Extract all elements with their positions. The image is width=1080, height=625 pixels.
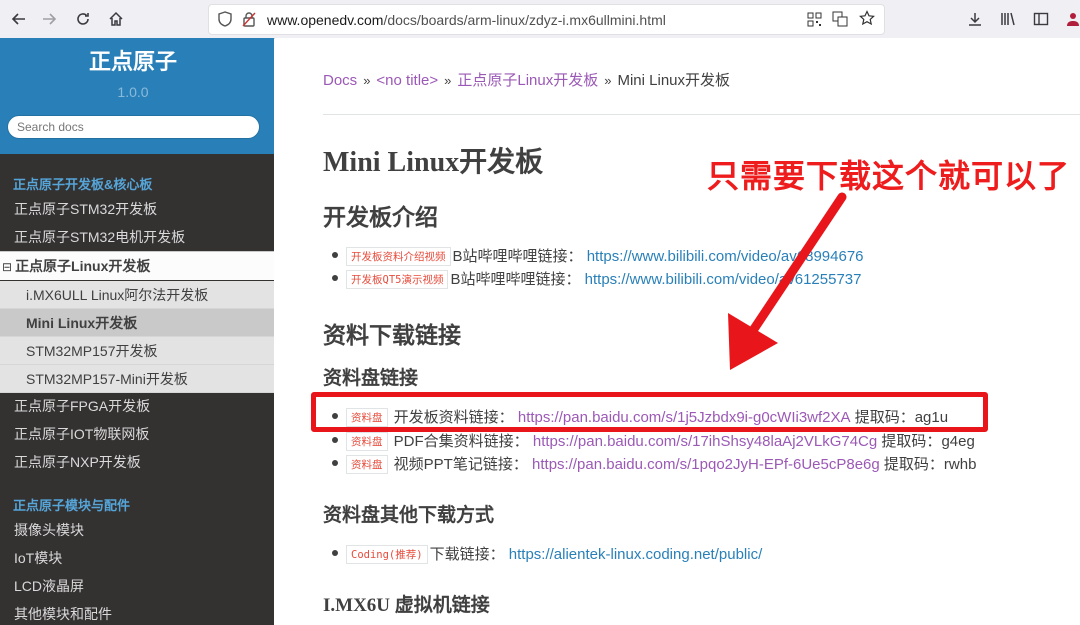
url-text[interactable]: www.openedv.com/docs/boards/arm-linux/zd… (267, 12, 666, 28)
breadcrumb-linux-link[interactable]: 正点原子Linux开发板 (457, 72, 598, 89)
tag-code: 开发板资料介绍视频 (346, 247, 451, 266)
baidu-pan-link[interactable]: https://pan.baidu.com/s/17ihShsy48laAj2V… (533, 433, 877, 450)
breadcrumb-docs-link[interactable]: Docs (323, 72, 357, 89)
extract-code: g4eg (941, 433, 975, 450)
sidebar-item-camera[interactable]: 摄像头模块 (0, 516, 274, 544)
sidebar-item-linux-current[interactable]: ⊟ 正点原子Linux开发板 (0, 251, 274, 280)
library-icon[interactable] (997, 8, 1019, 30)
item-text: 下载链接： (429, 546, 505, 563)
docs-sidebar: 正点原子 1.0.0 Search docs 正点原子开发板&核心板 正点原子S… (0, 38, 274, 625)
item-text: B站哔哩哔哩链接： (450, 271, 581, 288)
section-download-heading: 资料下载链接 (323, 323, 461, 348)
sidebar-item-lcd[interactable]: LCD液晶屏 (0, 572, 274, 600)
red-arrow-icon (728, 192, 847, 370)
tag-code: 资料盘 (346, 455, 388, 474)
sidebar-subitem-mini-linux[interactable]: Mini Linux开发板 (0, 309, 274, 337)
brand-logo-text[interactable]: 正点原子 (0, 44, 266, 76)
sidebar-item-others[interactable]: 其他模块和配件 (0, 600, 274, 625)
extract-code: rwhb (943, 456, 977, 473)
coding-link[interactable]: https://alientek-linux.coding.net/public… (509, 546, 762, 563)
insecure-lock-icon[interactable] (241, 11, 257, 27)
breadcrumb-separator: » (444, 73, 452, 88)
tag-code: Coding(推荐) (346, 545, 428, 564)
forward-icon[interactable] (38, 8, 60, 30)
bullet (332, 550, 338, 556)
caption-modules: 正点原子模块与配件 (13, 498, 131, 513)
back-icon[interactable] (8, 8, 30, 30)
extract-code-label: 提取码： (883, 456, 944, 473)
sidebar-item-iot[interactable]: 正点原子IOT物联网板 (0, 420, 274, 448)
sidebar-item-stm32-motor[interactable]: 正点原子STM32电机开发板 (0, 223, 274, 251)
sidebar-header: 正点原子 1.0.0 Search docs (0, 38, 274, 154)
bullet (332, 275, 338, 281)
tag-code: 资料盘 (346, 432, 388, 451)
item-text: PDF合集资料链接： (393, 433, 529, 450)
breadcrumb-separator: » (363, 73, 371, 88)
sidebar-subitem-imx6ull[interactable]: i.MX6ULL Linux阿尔法开发板 (0, 281, 274, 309)
reload-icon[interactable] (72, 8, 94, 30)
tag-code: 开发板QT5演示视频 (346, 270, 449, 289)
item-text: B站哔哩哔哩链接： (452, 248, 583, 265)
address-bar[interactable]: www.openedv.com/docs/boards/arm-linux/zd… (208, 4, 885, 35)
breadcrumb-current: Mini Linux开发板 (617, 72, 731, 89)
url-host: www.openedv.com (267, 12, 384, 28)
breadcrumb: Docs » <no title> » 正点原子Linux开发板 » Mini Linux开… (323, 69, 730, 90)
annotation-text: 只需要下载这个就可以了 (707, 157, 1071, 195)
search-input[interactable]: Search docs (7, 115, 260, 139)
sidebar-toggle-icon[interactable] (1030, 8, 1052, 30)
download-icon[interactable] (964, 8, 986, 30)
section-vm-heading: I.MX6U 虚拟机链接 (323, 595, 490, 616)
sidebar-item-iot-module[interactable]: IoT模块 (0, 544, 274, 572)
bullet (332, 252, 338, 258)
collapse-icon[interactable]: ⊟ (2, 261, 12, 273)
baidu-pan-link[interactable]: https://pan.baidu.com/s/1pqo2JyH-EPf-6Ue… (532, 456, 880, 473)
bullet (332, 460, 338, 466)
home-icon[interactable] (105, 8, 127, 30)
sidebar-subitem-stm32mp157-mini[interactable]: STM32MP157-Mini开发板 (0, 365, 274, 393)
highlight-box (311, 392, 988, 432)
version-label: 1.0.0 (117, 84, 149, 100)
url-path: /docs/boards/arm-linux/zdyz-i.mx6ullmini… (383, 12, 666, 28)
divider (323, 114, 1080, 115)
account-icon[interactable] (1062, 8, 1080, 30)
sidebar-item-nxp[interactable]: 正点原子NXP开发板 (0, 448, 274, 476)
subsection-other-heading: 资料盘其他下载方式 (323, 505, 495, 526)
qr-code-icon[interactable] (806, 11, 822, 27)
breadcrumb-separator: » (604, 73, 612, 88)
translate-icon[interactable] (832, 11, 848, 27)
subsection-pan-heading: 资料盘链接 (323, 368, 419, 389)
doc-content: Docs » <no title> » 正点原子Linux开发板 » Mini Linux开… (275, 38, 1080, 625)
caption-boards: 正点原子开发板&核心板 (13, 177, 153, 192)
browser-toolbar: www.openedv.com/docs/boards/arm-linux/zd… (0, 0, 1080, 39)
breadcrumb-notitle-link[interactable]: <no title> (376, 72, 438, 89)
sidebar-item-fpga[interactable]: 正点原子FPGA开发板 (0, 392, 274, 420)
bookmark-star-icon[interactable] (859, 10, 875, 26)
extract-code-label: 提取码： (881, 433, 942, 450)
item-text: 视频PPT笔记链接： (393, 456, 528, 473)
bullet (332, 437, 338, 443)
shield-icon[interactable] (217, 11, 233, 27)
section-intro-heading: 开发板介绍 (323, 205, 438, 230)
page-title: Mini Linux开发板 (323, 147, 544, 178)
sidebar-item-stm32[interactable]: 正点原子STM32开发板 (0, 195, 274, 223)
sidebar-subitem-stm32mp157[interactable]: STM32MP157开发板 (0, 337, 274, 365)
sidebar-item-label: 正点原子Linux开发板 (15, 258, 151, 274)
